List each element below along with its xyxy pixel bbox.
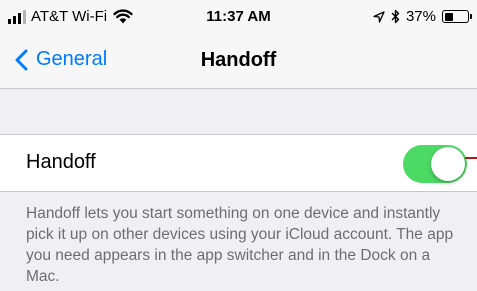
battery-fill [444,12,453,21]
handoff-label: Handoff [26,151,96,173]
toggle-knob [431,147,465,181]
bluetooth-icon [391,9,400,24]
section-spacer [0,90,477,134]
handoff-cell: Handoff [0,134,477,192]
handoff-toggle[interactable] [403,145,467,183]
battery-percent: 37% [405,8,436,25]
navigation-bar: General Handoff [0,34,477,89]
page-title: Handoff [200,49,277,71]
annotation-line [465,157,477,159]
status-right: 37% [373,8,472,25]
handoff-description: Handoff lets you start something on one … [26,205,454,285]
battery-icon [442,10,472,23]
status-bar: AT&T Wi-Fi 11:37 AM 37% [0,0,477,34]
location-icon [373,10,385,23]
